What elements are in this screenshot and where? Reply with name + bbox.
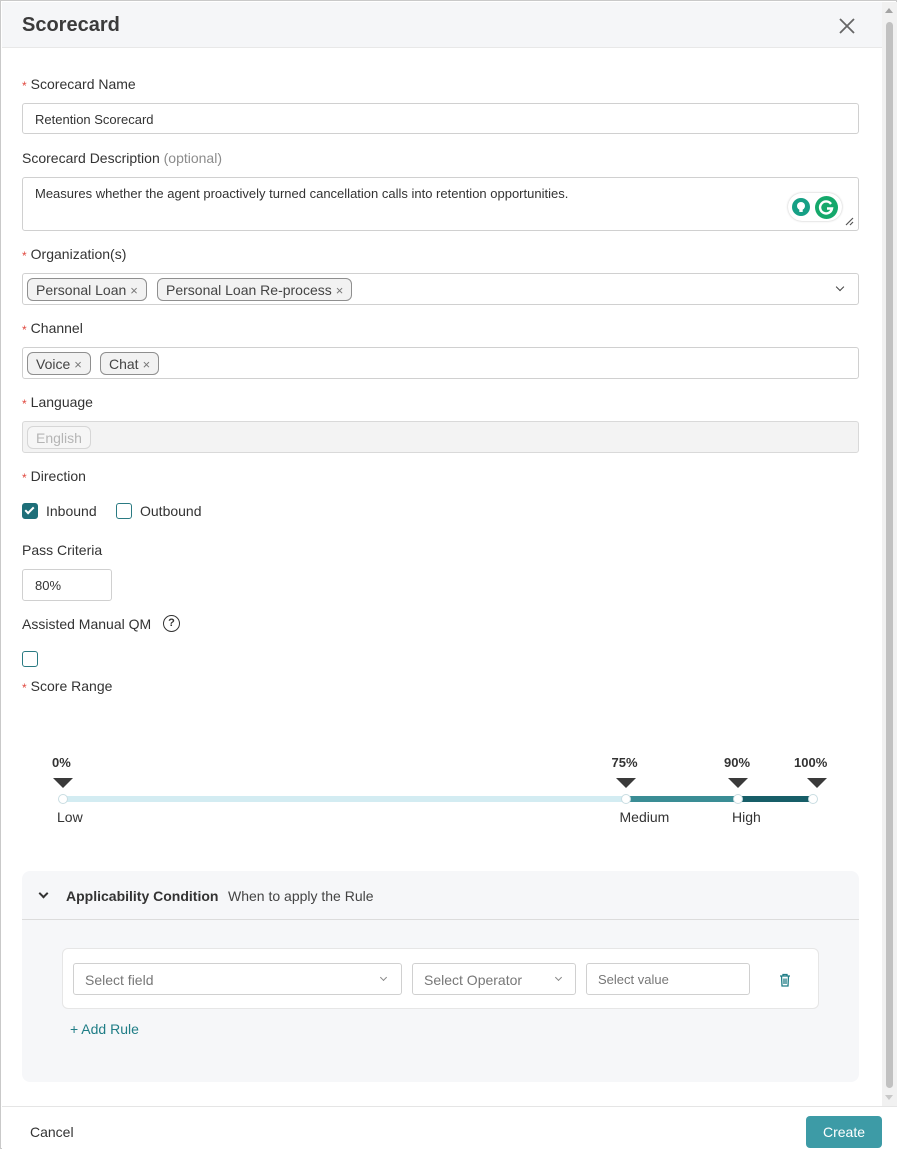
range-marker-handle[interactable] [807,778,827,788]
assisted-manual-qm-label: Assisted Manual QM [22,616,152,632]
tag-remove-icon[interactable]: × [143,357,151,372]
scorecard-name-input[interactable]: Retention Scorecard [22,103,859,134]
outbound-checkbox[interactable] [116,503,132,519]
scrollbar[interactable] [882,2,897,1106]
applicability-condition-panel: Applicability Condition When to apply th… [22,871,859,1082]
dialog-footer: Cancel Create [2,1106,897,1149]
select-field-dropdown[interactable]: Select field [73,963,402,995]
applicability-condition-subtitle: When to apply the Rule [228,888,374,904]
pass-criteria-value: 80% [35,578,62,593]
direction-label: * Direction [22,468,86,485]
select-operator-dropdown[interactable]: Select Operator [412,963,576,995]
chevron-down-icon[interactable] [835,282,845,292]
range-band-label: Medium [619,809,670,825]
grammarly-widget[interactable] [788,193,842,221]
required-asterisk: * [22,471,27,485]
required-asterisk: * [22,323,27,337]
trash-icon[interactable] [779,973,791,987]
applicability-condition-title: Applicability Condition [66,888,219,904]
rule-row: Select field Select Operator Select valu… [62,948,819,1009]
scroll-up-arrow-icon[interactable] [885,8,893,13]
dialog-title: Scorecard [22,14,120,36]
language-select: English [22,421,859,453]
check-icon [24,504,35,515]
dialog-header: Scorecard [2,2,882,48]
scorecard-description-textarea[interactable]: Measures whether the agent proactively t… [22,177,859,231]
inbound-label: Inbound [46,503,97,519]
range-marker-handle[interactable] [615,778,636,788]
required-asterisk: * [22,249,27,263]
range-marker-label: 75% [611,755,638,770]
resize-handle-icon[interactable] [844,216,854,226]
chevron-down-icon[interactable] [38,888,49,899]
add-rule-button[interactable]: + Add Rule [70,1021,139,1037]
organizations-select[interactable]: Personal Loan × Personal Loan Re-process × [22,273,859,305]
scroll-down-arrow-icon[interactable] [885,1095,893,1100]
outbound-label: Outbound [140,503,202,519]
scrollbar-thumb[interactable] [886,22,893,1088]
optional-tag: (optional) [163,150,222,166]
help-icon[interactable]: ? [163,615,180,632]
language-tag: English [27,426,91,449]
range-band-high [738,796,813,802]
range-knob[interactable] [620,794,631,804]
scorecard-description-label: Scorecard Description (optional) [22,150,222,166]
tag-remove-icon[interactable]: × [130,283,138,298]
select-value-placeholder: Select value [598,972,669,987]
required-asterisk: * [22,79,27,93]
select-operator-placeholder: Select Operator [424,972,523,988]
range-marker-label: 100% [794,755,828,770]
range-marker-label: 0% [52,755,71,770]
required-asterisk: * [22,681,27,695]
tag-remove-icon[interactable]: × [74,357,82,372]
close-icon[interactable] [837,16,857,36]
channel-select[interactable]: Voice × Chat × [22,347,859,379]
applicability-condition-header[interactable]: Applicability Condition When to apply th… [22,871,859,920]
required-asterisk: * [22,397,27,411]
select-value-input[interactable]: Select value [586,963,750,995]
assisted-manual-qm-checkbox[interactable] [22,651,38,667]
scorecard-name-label: * Scorecard Name [22,76,136,93]
tag-remove-icon[interactable]: × [336,283,344,298]
create-button[interactable]: Create [806,1116,882,1148]
cancel-button[interactable]: Cancel [30,1124,74,1140]
chevron-down-icon [554,973,563,982]
language-label: * Language [22,394,93,411]
grammarly-icon[interactable] [815,196,838,219]
channel-tag: Voice × [27,352,91,375]
range-knob[interactable] [733,794,743,804]
inbound-checkbox[interactable] [22,503,38,519]
pass-criteria-input[interactable]: 80% [22,569,112,601]
scorecard-name-value: Retention Scorecard [35,112,154,127]
organizations-label: * Organization(s) [22,246,127,263]
range-marker-label: 90% [724,755,751,770]
channel-tag: Chat × [100,352,160,375]
range-band-low [63,796,626,802]
scorecard-dialog: Scorecard * Scorecard Name Retention Scor… [0,0,897,1149]
range-marker-handle[interactable] [53,778,73,788]
organization-tag: Personal Loan × [27,278,147,301]
range-band-medium [625,796,738,802]
range-band-label: Low [57,809,83,825]
range-band-label: High [732,809,761,825]
select-field-placeholder: Select field [85,972,154,988]
score-range-label: * Score Range [22,678,113,695]
channel-label: * Channel [22,320,83,337]
pass-criteria-label: Pass Criteria [22,542,103,558]
range-marker-handle[interactable] [728,778,748,788]
chevron-down-icon [379,973,388,982]
scorecard-description-value: Measures whether the agent proactively t… [35,186,569,201]
organization-tag: Personal Loan Re-process × [157,278,353,301]
lightbulb-icon[interactable] [792,198,810,216]
range-knob[interactable] [808,794,818,804]
range-knob[interactable] [58,794,68,804]
